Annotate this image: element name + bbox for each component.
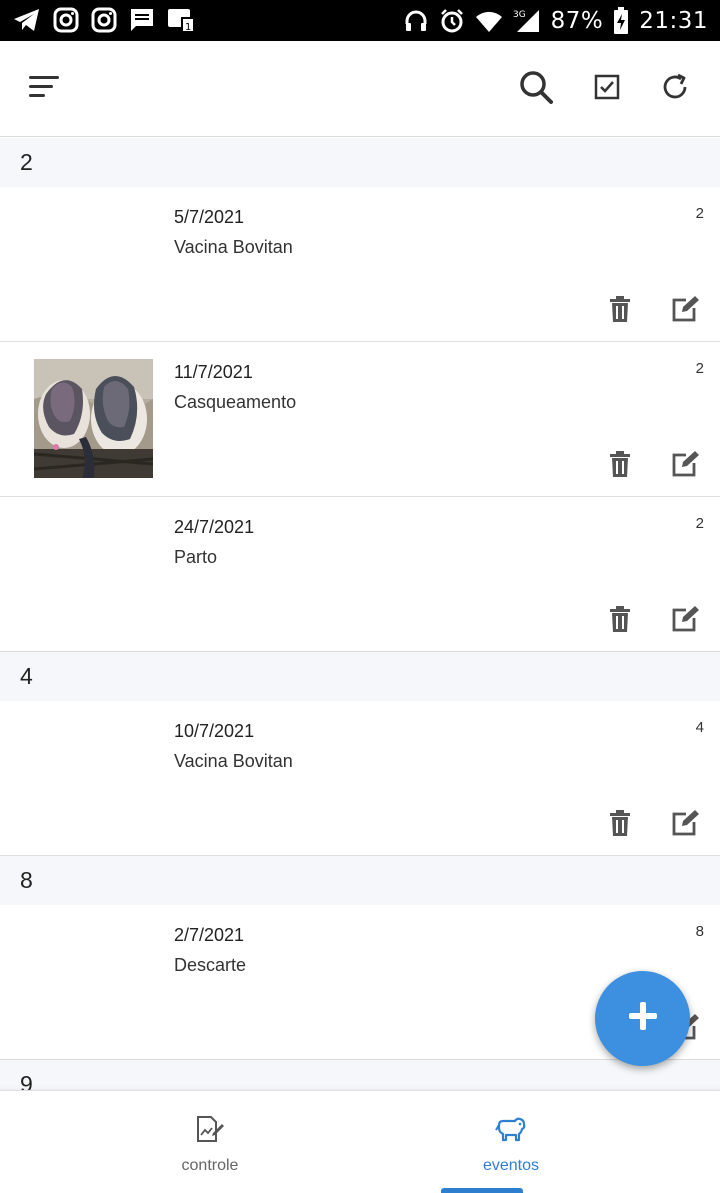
clock: 21:31 — [639, 7, 708, 34]
event-count: 2 — [695, 205, 704, 222]
active-tab-indicator — [441, 1188, 523, 1193]
notification-icon: 1 — [166, 6, 196, 34]
event-title: Descarte — [174, 955, 247, 975]
delete-icon[interactable] — [606, 450, 634, 478]
plus-icon — [627, 1000, 659, 1037]
event-date: 10/7/2021 — [174, 721, 255, 741]
group-header: 8 — [0, 856, 720, 905]
document-edit-icon — [195, 1115, 225, 1148]
event-list: 2 5/7/2021 Vacina Bovitan 2 11/7/2021 Ca… — [0, 138, 720, 1109]
event-date: 24/7/2021 — [174, 517, 255, 537]
svg-text:3G: 3G — [513, 10, 526, 20]
event-count: 4 — [695, 719, 704, 736]
delete-icon[interactable] — [606, 809, 634, 837]
event-title: Vacina Bovitan — [174, 237, 293, 257]
event-count: 2 — [695, 360, 704, 377]
event-count: 2 — [695, 515, 704, 532]
event-title: Casqueamento — [174, 392, 297, 412]
event-date: 5/7/2021 — [174, 207, 245, 227]
edit-icon[interactable] — [670, 295, 700, 323]
menu-button[interactable] — [22, 67, 66, 111]
add-event-button[interactable] — [595, 971, 690, 1066]
delete-icon[interactable] — [606, 605, 634, 633]
menu-icon — [27, 73, 61, 106]
event-photo[interactable] — [34, 359, 153, 478]
battery-percent: 87% — [550, 7, 604, 34]
headphones-icon — [403, 8, 429, 34]
event-title: Vacina Bovitan — [174, 751, 293, 771]
event-row[interactable]: 24/7/2021 Parto 2 — [0, 497, 720, 652]
instagram-icon — [90, 6, 118, 34]
edit-icon[interactable] — [670, 809, 700, 837]
refresh-button[interactable] — [653, 67, 697, 111]
battery-charging-icon — [613, 6, 629, 35]
bottom-navigation: controle eventos — [0, 1090, 720, 1193]
event-date: 2/7/2021 — [174, 925, 245, 945]
refresh-icon — [660, 72, 690, 107]
edit-icon[interactable] — [670, 605, 700, 633]
instagram-icon — [52, 6, 80, 34]
svg-text:1: 1 — [185, 22, 191, 33]
event-count: 8 — [695, 923, 704, 940]
checkbox-icon — [594, 74, 620, 105]
event-row[interactable]: 5/7/2021 Vacina Bovitan 2 — [0, 187, 720, 342]
group-header: 4 — [0, 652, 720, 701]
event-row[interactable]: 10/7/2021 Vacina Bovitan 4 — [0, 701, 720, 856]
group-header: 2 — [0, 138, 720, 187]
event-row[interactable]: 11/7/2021 Casqueamento 2 — [0, 342, 720, 497]
delete-icon[interactable] — [606, 295, 634, 323]
edit-icon[interactable] — [670, 450, 700, 478]
telegram-icon — [12, 6, 42, 34]
nav-item-eventos[interactable]: eventos — [331, 1091, 691, 1193]
alarm-icon — [439, 8, 465, 34]
wifi-icon — [475, 8, 503, 34]
search-button[interactable] — [514, 67, 558, 111]
status-bar: 1 3G 87% 21:31 — [0, 0, 720, 41]
message-icon — [128, 6, 156, 34]
event-date: 11/7/2021 — [174, 362, 253, 382]
signal-icon: 3G — [513, 8, 541, 34]
event-title: Parto — [174, 547, 218, 567]
search-icon — [518, 69, 554, 110]
app-bar — [0, 41, 720, 137]
cow-icon — [495, 1115, 527, 1148]
nav-label: eventos — [482, 1157, 540, 1174]
select-button[interactable] — [585, 67, 629, 111]
